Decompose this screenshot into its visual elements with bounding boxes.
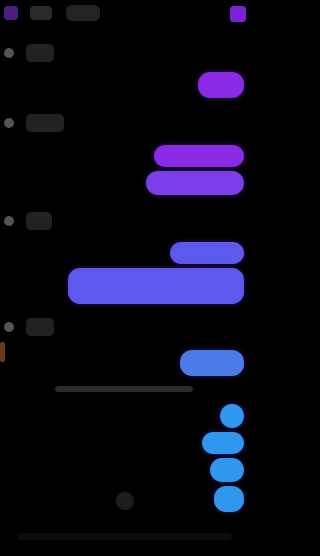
message-bubble[interactable] xyxy=(68,268,244,304)
message-bubble[interactable] xyxy=(198,72,244,98)
section-label xyxy=(26,212,52,230)
home-indicator xyxy=(18,533,232,540)
top-bar xyxy=(0,0,250,28)
menu-icon[interactable] xyxy=(4,6,18,20)
message-bubble[interactable] xyxy=(170,242,244,264)
status-marker xyxy=(0,342,5,362)
search-icon[interactable] xyxy=(30,6,52,20)
message-bubble[interactable] xyxy=(180,350,244,376)
section-label xyxy=(26,114,64,132)
message-bubble[interactable] xyxy=(214,486,244,512)
divider xyxy=(55,386,193,392)
message-bubble[interactable] xyxy=(210,458,244,482)
more-icon[interactable] xyxy=(230,6,246,22)
message-bubble[interactable] xyxy=(154,145,244,167)
section-label xyxy=(26,318,54,336)
message-bubble[interactable] xyxy=(202,432,244,454)
section-icon xyxy=(4,216,14,226)
dot-icon[interactable] xyxy=(116,492,134,510)
section-icon xyxy=(4,118,14,128)
section-icon xyxy=(4,322,14,332)
section-label xyxy=(26,44,54,62)
header-title xyxy=(66,5,100,21)
section-icon xyxy=(4,48,14,58)
message-bubble[interactable] xyxy=(146,171,244,195)
message-bubble[interactable] xyxy=(220,404,244,428)
